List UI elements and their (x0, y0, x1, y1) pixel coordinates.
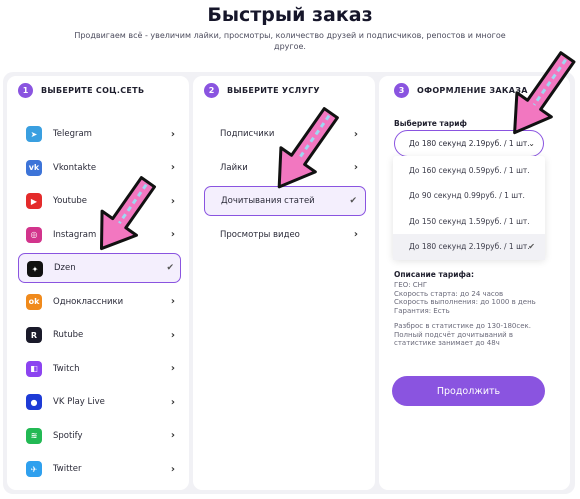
social-item-label: Spotify (53, 430, 83, 441)
social-item-spotify[interactable]: ≋ Spotify › (18, 421, 181, 451)
step-2-header: 2 ВЫБЕРИТЕ УСЛУГУ (204, 83, 320, 98)
page-subtitle: Продвигаем всё - увеличим лайки, просмот… (74, 31, 506, 51)
chevron-right-icon: › (170, 195, 175, 207)
rutube-icon: R (26, 327, 42, 343)
tariff-option[interactable]: До 180 секунд 2.19руб. / 1 шт. ✔ (393, 233, 545, 260)
youtube-icon: ▶ (26, 193, 42, 209)
page-title: Быстрый заказ (207, 4, 373, 26)
chevron-right-icon: › (170, 229, 175, 240)
social-item-одноклассники[interactable]: ok Одноклассники › (18, 287, 181, 317)
description-line: Скорость старта: до 24 часов (394, 289, 504, 298)
pointer-arrow-icon (99, 176, 156, 251)
tariff-option[interactable]: До 90 секунд 0.99руб. / 1 шт. (393, 183, 545, 209)
service-item-label: Подписчики (220, 129, 275, 139)
social-item-label: Twitch (53, 363, 80, 374)
social-item-label: Twitter (53, 464, 82, 474)
social-item-telegram[interactable]: ➤ Telegram › (18, 119, 181, 149)
note-line: Полный подсчёт дочитываний в (394, 330, 514, 339)
chevron-right-icon: › (353, 229, 358, 240)
social-item-label: Одноклассники (53, 296, 124, 307)
note-line: статистике занимает до 48ч (394, 339, 500, 347)
chevron-right-icon: › (170, 296, 175, 307)
spotify-icon: ≋ (26, 427, 42, 444)
social-item-label: VK Play Live (53, 397, 105, 407)
social-item-vk-play-live[interactable]: ● VK Play Live › (18, 387, 181, 417)
tariff-option-label: До 160 секунд 0.59руб. / 1 шт. (409, 165, 530, 175)
dzen-icon: ✦ (27, 261, 43, 277)
social-item-label: Telegram (53, 129, 92, 139)
instagram-icon: ◎ (26, 226, 42, 243)
step-1-header: 1 ВЫБЕРИТЕ СОЦ.СЕТЬ (18, 83, 144, 98)
pointer-arrow-icon (513, 51, 576, 135)
quick-order-page: Быстрый заказ Продвигаем всё - увеличим … (0, 0, 580, 499)
check-icon: ✔ (528, 242, 535, 251)
chevron-right-icon: › (170, 329, 175, 341)
vk-icon: vk (26, 159, 42, 176)
description-line: ГЕО: СНГ (394, 281, 428, 289)
check-icon: ✔ (166, 263, 174, 273)
tariff-option[interactable]: До 160 секунд 0.59руб. / 1 шт. (393, 157, 545, 183)
social-item-label: Youtube (53, 196, 87, 206)
description-line: Скорость выполнения: до 1000 в день (394, 298, 536, 306)
social-item-twitch[interactable]: ◧ Twitch › (18, 354, 181, 384)
chevron-right-icon: › (170, 463, 175, 475)
telegram-icon: ➤ (26, 126, 42, 142)
tariff-option[interactable]: До 150 секунд 1.59руб. / 1 шт. (393, 208, 545, 234)
continue-button[interactable]: Продолжить (392, 376, 545, 406)
tariff-dropdown: До 160 секунд 0.59руб. / 1 шт. До 90 секу… (393, 156, 545, 260)
pointer-arrow-icon (277, 107, 339, 189)
step-number: 1 (18, 83, 33, 98)
chevron-right-icon: › (170, 128, 175, 140)
check-icon: ✔ (349, 196, 357, 206)
step-label: ВЫБЕРИТЕ СОЦ.СЕТЬ (41, 86, 145, 95)
tariff-option-label: До 180 секунд 2.19руб. / 1 шт. (409, 242, 530, 251)
chevron-right-icon: › (170, 430, 175, 441)
social-item-twitter[interactable]: ✈ Twitter › (18, 454, 181, 484)
social-item-label: Dzen (54, 263, 76, 273)
vkplay-icon: ● (26, 394, 42, 410)
chevron-right-icon: › (170, 162, 175, 173)
twitch-icon: ◧ (26, 360, 42, 377)
step-number: 2 (204, 83, 219, 98)
tariff-option-label: До 150 секунд 1.59руб. / 1 шт. (409, 216, 530, 226)
social-item-rutube[interactable]: R Rutube › (18, 320, 181, 350)
description-line: Гарантия: Есть (394, 306, 450, 315)
service-item-label: Просмотры видео (220, 229, 300, 240)
odnoklassniki-icon: ok (26, 293, 42, 310)
note-line: Разброс в статистике до 130-180сек. (394, 322, 531, 330)
chevron-right-icon: › (170, 363, 175, 374)
service-item-label: Лайки (220, 162, 248, 173)
service-item[interactable]: Просмотры видео › (204, 220, 366, 250)
tariff-option-label: До 90 секунд 0.99руб. / 1 шт. (409, 191, 525, 200)
social-item-label: Rutube (53, 330, 84, 340)
tariff-label: Выберите тариф (394, 119, 467, 128)
step-label: ВЫБЕРИТЕ УСЛУГУ (227, 86, 320, 95)
description-title: Описание тарифа: (394, 270, 474, 279)
chevron-right-icon: › (170, 396, 175, 408)
step-number: 3 (394, 83, 409, 98)
chevron-right-icon: › (353, 128, 358, 140)
chevron-right-icon: › (353, 162, 358, 173)
twitter-icon: ✈ (26, 461, 42, 477)
